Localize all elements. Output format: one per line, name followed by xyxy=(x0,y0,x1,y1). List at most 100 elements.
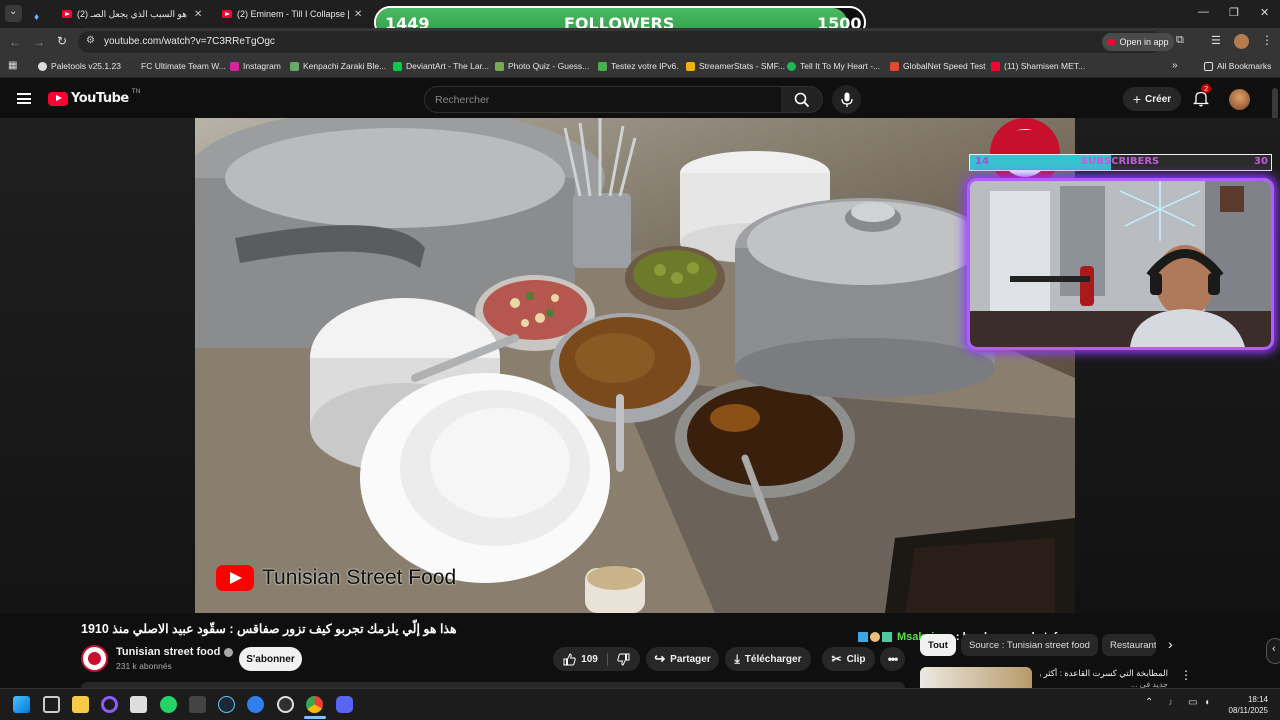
media-app-icon[interactable] xyxy=(130,696,147,713)
all-bookmarks-button[interactable]: All Bookmarks xyxy=(1204,61,1271,71)
app-hex-icon[interactable] xyxy=(189,696,206,713)
file-explorer-icon[interactable] xyxy=(72,696,89,713)
chip-source[interactable]: Source : Tunisian street food xyxy=(961,634,1098,656)
youtube-wordmark: YouTube xyxy=(71,91,129,106)
bookmark-fc-ultimate[interactable]: FC Ultimate Team W... xyxy=(128,61,226,71)
voice-search-button[interactable] xyxy=(832,85,861,114)
tab-arabic-video[interactable]: (2) هذا هو السبب الذي يجعل الصـ ✕ xyxy=(62,4,210,24)
more-bookmarks-icon[interactable]: » xyxy=(1172,60,1178,71)
video-player[interactable]: Tunisian Street Food xyxy=(195,118,1075,613)
clock[interactable]: 18:14 08/11/2025 xyxy=(1222,694,1268,716)
more-horizontal-icon: ••• xyxy=(887,652,899,666)
whatsapp-icon[interactable] xyxy=(160,696,177,713)
search-button[interactable] xyxy=(781,86,823,113)
steam-icon[interactable] xyxy=(218,696,235,713)
bookmark-shamisen[interactable]: (11) Shamisen MET... xyxy=(991,61,1085,71)
create-button[interactable]: + Créer xyxy=(1123,87,1181,111)
subscriber-count: 231 k abonnés xyxy=(116,661,172,671)
media-controls-icon[interactable]: ☰ xyxy=(1211,34,1221,47)
site-info-icon[interactable]: ⚙ xyxy=(86,35,95,46)
app-blue-icon[interactable] xyxy=(247,696,264,713)
discord-icon[interactable] xyxy=(336,696,353,713)
search-icon xyxy=(794,92,810,108)
forward-icon[interactable]: → xyxy=(33,35,45,49)
account-avatar[interactable] xyxy=(1229,89,1250,110)
volume-icon[interactable]: ◖ xyxy=(1204,697,1210,708)
browser-menu-icon[interactable]: ⋮ xyxy=(1261,33,1273,47)
microphone-tray-icon[interactable]: ♪ xyxy=(1168,697,1173,708)
chips-next-icon[interactable]: › xyxy=(1168,636,1173,652)
bookmark-globalnet[interactable]: GlobalNet Speed Test xyxy=(890,61,986,71)
chat-emote-icon xyxy=(870,632,880,642)
bookmark-photo-quiz[interactable]: Photo Quiz - Guess... xyxy=(495,61,589,71)
chip-label: Source : Tunisian street food xyxy=(969,639,1090,651)
channel-name[interactable]: Tunisian street food xyxy=(116,646,220,658)
bookmark-ipv6[interactable]: Testez votre IPv6. xyxy=(598,61,679,71)
close-tab-icon[interactable]: ✕ xyxy=(194,9,202,20)
subscribe-button[interactable]: S'abonner xyxy=(239,647,302,671)
recommended-title[interactable]: المطابخة التي كسرت القاعدة : أكثر واطباق xyxy=(1040,668,1168,679)
obs-icon[interactable] xyxy=(277,696,294,713)
search-input[interactable]: Rechercher xyxy=(424,86,782,113)
bookmark-deviantart[interactable]: DeviantArt - The Lar... xyxy=(393,61,489,71)
open-in-app-button[interactable]: Open in app xyxy=(1102,33,1174,51)
gem-icon: ♦ xyxy=(34,12,40,23)
tab-search-button[interactable]: ⌄ xyxy=(5,5,22,22)
clock-time: 18:14 xyxy=(1247,695,1268,704)
chip-restaurants[interactable]: Restaurants xyxy=(1102,634,1156,656)
channel-avatar[interactable] xyxy=(81,645,108,672)
share-label: Partager xyxy=(670,653,711,665)
windows-start-icon[interactable] xyxy=(13,696,30,713)
youtube-logo[interactable]: YouTube TN xyxy=(48,88,140,106)
collapse-chat-button[interactable]: ‹ xyxy=(1266,638,1280,664)
download-button[interactable]: ⤓ Télécharger xyxy=(725,647,811,671)
tray-chevron-icon[interactable]: ⌃ xyxy=(1145,697,1153,708)
thumbs-up-icon xyxy=(563,652,576,665)
subscribers-goal: 30 xyxy=(1254,156,1268,167)
extensions-icon[interactable]: ⧉ xyxy=(1176,34,1184,47)
share-button[interactable]: ↪ Partager xyxy=(646,647,719,671)
bookmark-label: Paletools v25.1.23 xyxy=(51,61,121,71)
video-title: هذا هو إلّي يلزمك تجربو كيف تزور صفاقس :… xyxy=(81,622,457,636)
plus-icon: + xyxy=(1132,91,1142,107)
bookmark-paletools[interactable]: Paletools v25.1.23 xyxy=(38,61,121,71)
bookmark-label: Kenpachi Zaraki Ble... xyxy=(303,61,387,71)
close-window-icon[interactable]: ✕ xyxy=(1260,6,1269,19)
recommended-thumbnail[interactable] xyxy=(920,667,1032,688)
tab-eminem[interactable]: (2) Eminem - Till I Collapse [HD ✕ xyxy=(222,4,370,24)
omnibox[interactable]: ⚙ youtube.com/watch?v=7C3RReTgOgc 文 ☆ xyxy=(78,31,1163,53)
back-icon[interactable]: ← xyxy=(9,35,21,49)
bookmark-kenpachi[interactable]: Kenpachi Zaraki Ble... xyxy=(290,61,386,71)
pinned-tab[interactable]: ♦ xyxy=(34,7,39,25)
chevron-down-icon: ⌄ xyxy=(9,6,18,17)
recommended-menu-icon[interactable]: ⋮ xyxy=(1180,668,1192,682)
bookmark-label: Tell It To My Heart -... xyxy=(800,61,881,71)
more-actions-button[interactable]: ••• xyxy=(880,647,905,671)
hamburger-menu-icon[interactable] xyxy=(17,93,31,104)
search-placeholder: Rechercher xyxy=(435,94,490,106)
chip-label: Restaurants xyxy=(1110,639,1156,651)
reload-icon[interactable]: ↻ xyxy=(57,34,67,48)
clip-button[interactable]: ✂ Clip xyxy=(822,647,875,671)
thumbs-down-icon[interactable] xyxy=(617,653,630,666)
app-circle-icon[interactable] xyxy=(101,696,118,713)
url-text[interactable]: youtube.com/watch?v=7C3RReTgOgc xyxy=(104,36,275,47)
task-view-icon[interactable] xyxy=(43,696,60,713)
windows-taskbar: ⌃ ♪ ▭ ◖ 18:14 08/11/2025 xyxy=(0,688,1280,720)
chip-all[interactable]: Tout xyxy=(920,634,956,656)
spotify-icon xyxy=(787,61,796,71)
restore-icon[interactable]: ❐ xyxy=(1229,6,1239,19)
bookmarks-bar: ▦ Paletools v25.1.23 FC Ultimate Team W.… xyxy=(0,56,1280,78)
youtube-play-icon xyxy=(48,91,68,106)
like-button[interactable]: 109 xyxy=(563,652,608,666)
network-icon[interactable]: ▭ xyxy=(1188,697,1197,708)
minimize-icon[interactable]: — xyxy=(1198,6,1209,18)
chrome-icon[interactable] xyxy=(306,696,323,713)
bookmark-instagram[interactable]: Instagram xyxy=(230,61,281,71)
profile-avatar[interactable] xyxy=(1234,34,1249,49)
bookmark-streamerstats[interactable]: StreamerStats - SMF... xyxy=(686,61,785,71)
notifications-button[interactable]: 2 xyxy=(1193,84,1212,108)
apps-grid-icon[interactable]: ▦ xyxy=(8,60,17,71)
close-tab-icon[interactable]: ✕ xyxy=(354,9,362,20)
bookmark-tell-it[interactable]: Tell It To My Heart -... xyxy=(787,61,880,71)
